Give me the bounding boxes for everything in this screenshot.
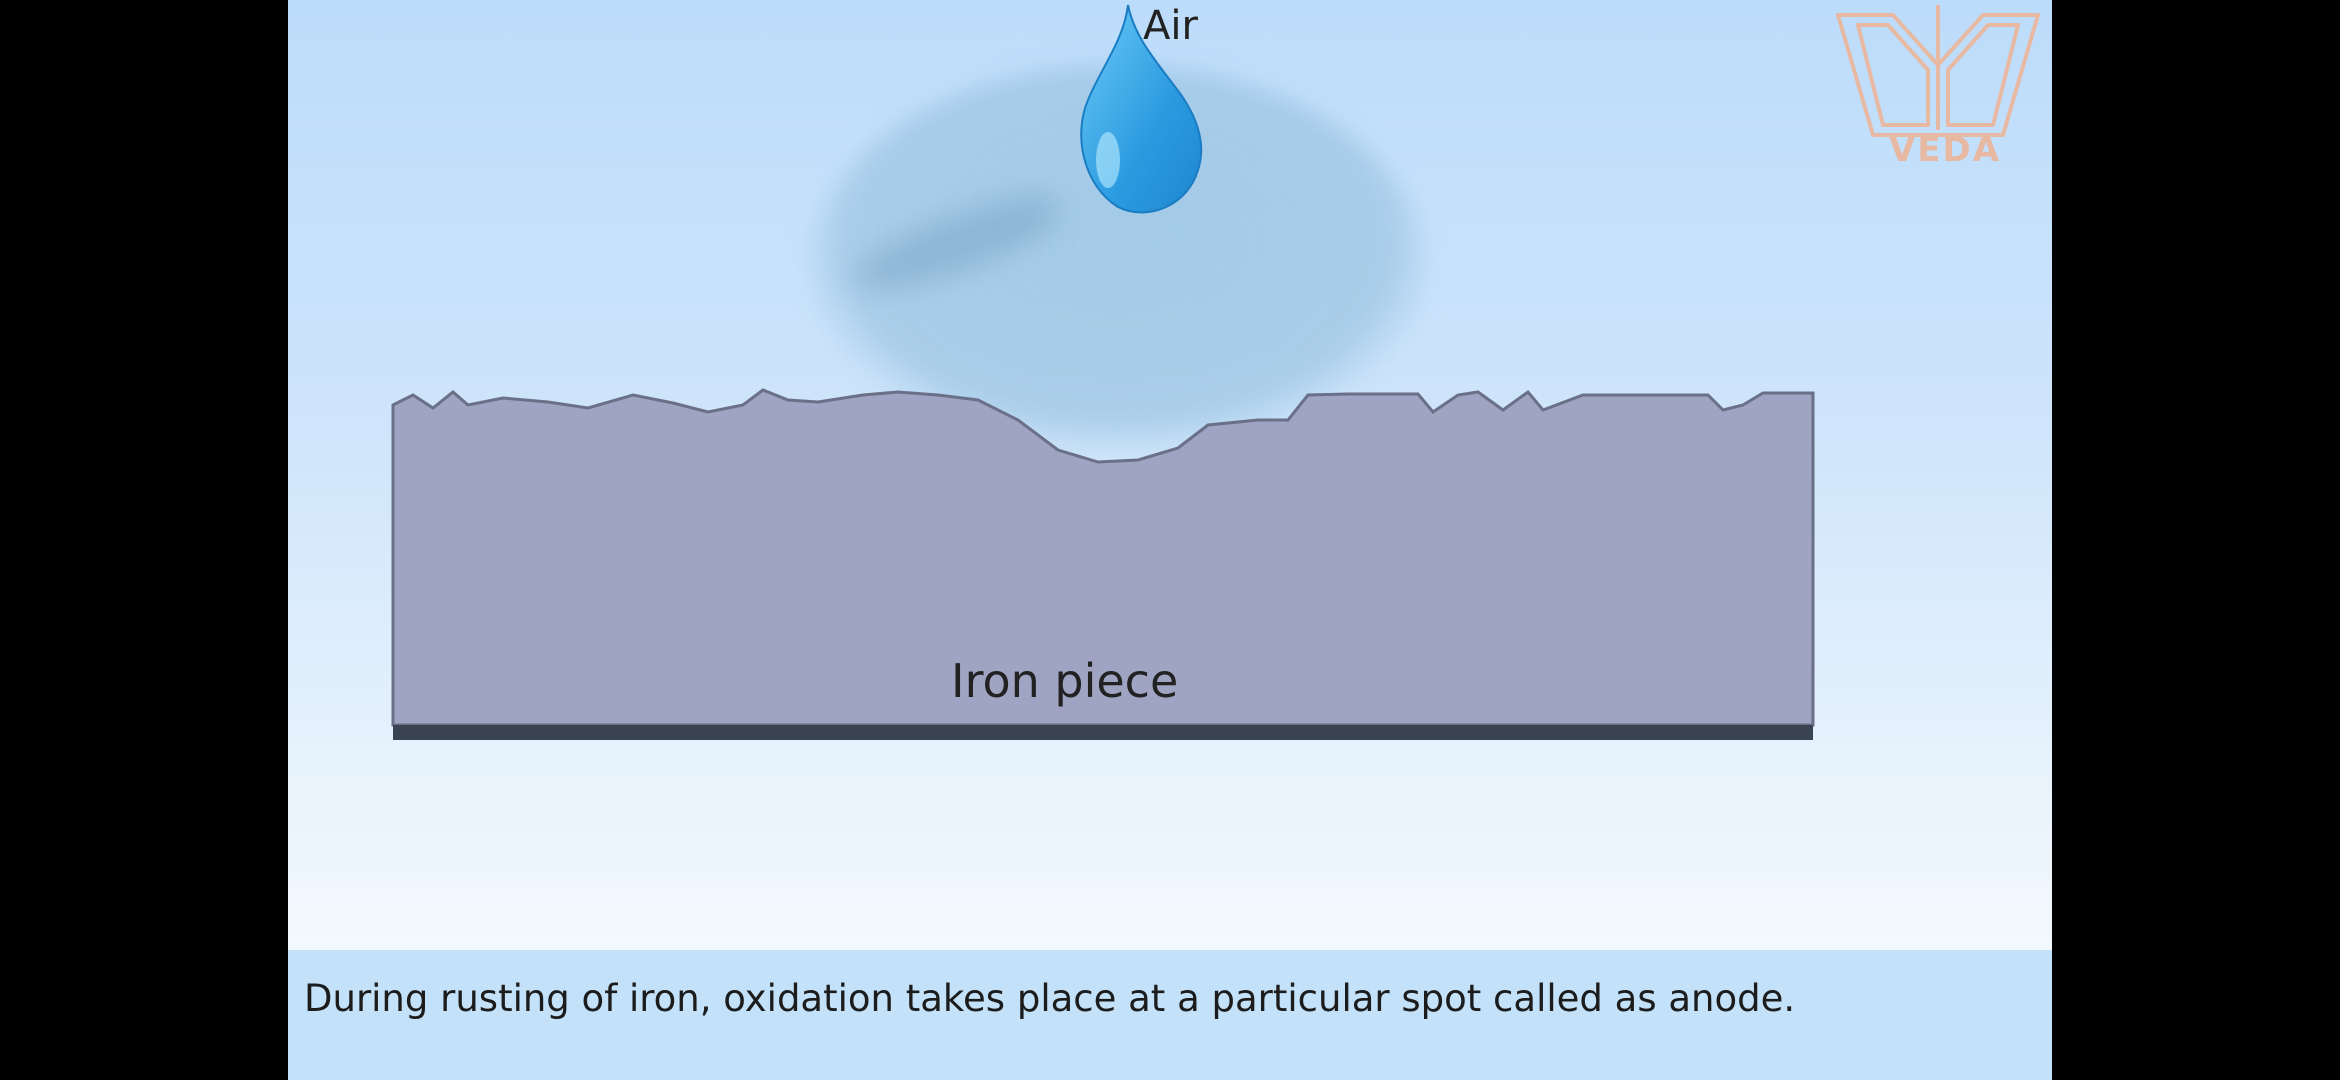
rusting-diagram: [391, 4, 1815, 740]
video-frame: Air Iron piece VEDA During rusting of ir…: [288, 0, 2052, 1080]
iron-piece-label: Iron piece: [951, 654, 1179, 708]
veda-logo-text: VEDA: [1888, 130, 2002, 170]
air-label: Air: [1143, 3, 1198, 49]
caption-bar: During rusting of iron, oxidation takes …: [288, 950, 2052, 1080]
animation-scene: Air Iron piece VEDA: [288, 0, 2052, 950]
caption-text: During rusting of iron, oxidation takes …: [304, 977, 1796, 1020]
